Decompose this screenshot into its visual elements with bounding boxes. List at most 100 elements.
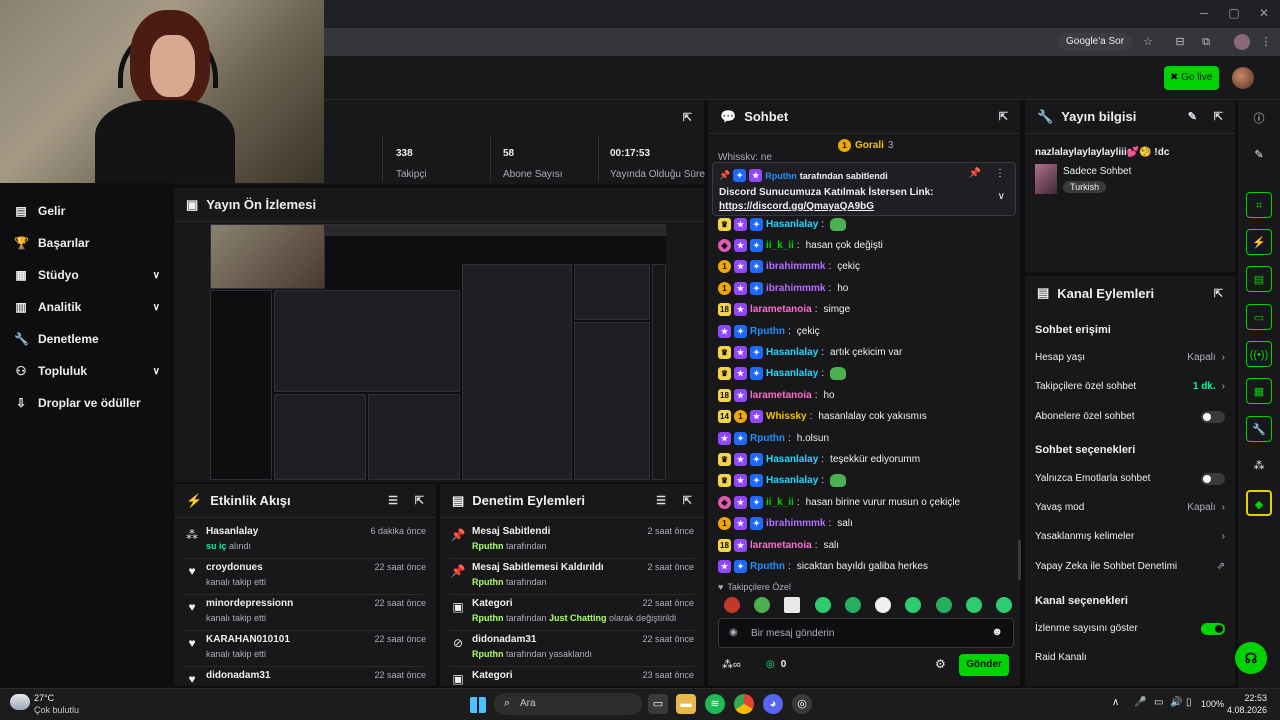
emote-icon[interactable]: [784, 597, 801, 613]
chat-username[interactable]: ibrahimmmk: [766, 261, 825, 272]
hype-chat-indicator[interactable]: 1 Gorali 3: [838, 139, 893, 152]
chat-bubble-icon[interactable]: ▭: [1246, 304, 1272, 330]
clip-icon[interactable]: ⌗: [1246, 192, 1272, 218]
extensions-icon[interactable]: ⧉: [1198, 34, 1214, 50]
sidebar-item-basarilar[interactable]: 🏆 Başarılar: [14, 233, 160, 253]
list-item[interactable]: ▣ Kategori 23 saat önce: [450, 668, 694, 686]
chat-username[interactable]: Whissky: [766, 411, 807, 422]
gear-icon[interactable]: ⚙: [935, 657, 946, 671]
volume-icon[interactable]: 🔊: [1170, 697, 1182, 708]
battery-percent[interactable]: 100%: [1201, 699, 1224, 709]
chat-username[interactable]: Hasanlalay: [766, 454, 818, 465]
chat-message[interactable]: 1 ★ ✦ ibrahimmmk: çekiç: [718, 258, 860, 276]
chat-username[interactable]: Rputhn: [750, 433, 785, 444]
go-live-button[interactable]: ✖ Go live: [1164, 66, 1219, 90]
taskbar-search[interactable]: ⌕ Ara: [494, 693, 642, 715]
channel-points-icon[interactable]: ⁂∞: [722, 658, 741, 671]
network-icon[interactable]: ▭: [1154, 697, 1163, 708]
emote-icon[interactable]: [965, 597, 982, 613]
chat-message[interactable]: ◆ ★ ✦ ii_k_ii: hasan çok değişti: [718, 236, 883, 254]
list-item[interactable]: ▣ Kategori Rputhn tarafından Just Chatting…: [450, 596, 694, 631]
kebab-icon[interactable]: ⋮: [995, 168, 1005, 179]
emote-icon[interactable]: [844, 597, 861, 613]
sidebar-item-denetleme[interactable]: 🔧 Denetleme: [14, 329, 160, 349]
file-explorer-icon[interactable]: ▬: [676, 694, 696, 714]
send-button[interactable]: Gönder: [959, 654, 1009, 676]
close-icon[interactable]: ✕: [1256, 6, 1272, 22]
filter-icon[interactable]: ☰: [388, 494, 398, 507]
chat-username[interactable]: Rputhn: [750, 326, 785, 337]
popout-icon[interactable]: ⇱: [1214, 287, 1223, 300]
list-item[interactable]: 📌 Mesaj Sabitlemesi Kaldırıldı Rputhn tara…: [450, 560, 694, 595]
popout-icon[interactable]: ⇱: [1214, 110, 1223, 123]
windows-start-icon[interactable]: [468, 695, 488, 715]
wrench-icon[interactable]: 🔧: [1246, 416, 1272, 442]
minimize-icon[interactable]: ─: [1196, 6, 1212, 22]
chat-username[interactable]: ibrahimmmk: [766, 283, 825, 294]
weather-icon[interactable]: [10, 694, 30, 710]
chat-scrollbar[interactable]: [1018, 540, 1021, 580]
list-item[interactable]: 📌 Mesaj Sabitlendi Rputhn tarafından 2 saat…: [450, 524, 694, 559]
chat-username[interactable]: Hasanlalay: [766, 475, 818, 486]
weather-temp[interactable]: 27°C: [34, 693, 54, 703]
emote-icon[interactable]: [875, 597, 892, 613]
filter-icon[interactable]: ☰: [656, 494, 666, 507]
maximize-icon[interactable]: ▢: [1226, 6, 1242, 22]
chat-message[interactable]: ★ ✦ Rputhn: h.olsun: [718, 429, 829, 447]
chrome-icon[interactable]: [734, 694, 754, 714]
pencil-icon[interactable]: ✎: [1188, 110, 1197, 123]
weather-desc[interactable]: Çok bulutlu: [34, 705, 79, 715]
setting-ai-moderation[interactable]: Yapay Zeka ile Sohbet Denetimi ⇗: [1035, 561, 1225, 572]
channel-points-icon[interactable]: ⁂: [1246, 453, 1272, 479]
avatar[interactable]: [1232, 67, 1254, 89]
bookmark-star-icon[interactable]: ☆: [1140, 34, 1156, 50]
menu-kebab-icon[interactable]: ⋮: [1258, 34, 1274, 50]
emote-icon[interactable]: [935, 597, 952, 613]
sidebar-item-topluluk[interactable]: ⚇ Topluluk ∨: [14, 361, 160, 381]
popout-icon[interactable]: ⇱: [683, 494, 692, 507]
list-item[interactable]: ⊘ didonadam31 Rputhn tarafından yasaklandı…: [450, 632, 694, 667]
list-item[interactable]: ⁂ Hasanlalay su iç alındı 6 dakika önce: [184, 524, 426, 559]
chat-message[interactable]: 18 ★ larametanoia: salı: [718, 536, 839, 554]
chat-message[interactable]: ♛ ★ ✦ Hasanlalay: artık çekicim var: [718, 343, 902, 361]
chat-message[interactable]: ♛ ★ ✦ Hasanlalay:: [718, 215, 847, 233]
chat-username[interactable]: larametanoia: [750, 540, 812, 551]
viewcount-toggle[interactable]: [1201, 622, 1225, 635]
emote-picker-icon[interactable]: ☻: [991, 626, 1003, 638]
info-icon[interactable]: ⓘ: [1246, 106, 1272, 132]
chat-username[interactable]: larametanoia: [750, 390, 812, 401]
sidebar-item-analitik[interactable]: ▥ Analitik ∨: [14, 297, 160, 317]
list-item[interactable]: ♥ didonadam31 22 saat önce: [184, 668, 426, 686]
setting-show-viewcount[interactable]: İzlenme sayısını göster: [1035, 622, 1225, 635]
chat-message[interactable]: ♛ ★ ✦ Hasanlalay:: [718, 472, 847, 490]
spotify-icon[interactable]: ≋: [705, 694, 725, 714]
broadcast-icon[interactable]: ((•)): [1246, 341, 1272, 367]
chat-message[interactable]: ◆ ★ ✦ ii_k_ii: hasan birine vurur musun o çe…: [718, 493, 960, 511]
chat-username[interactable]: Hasanlalay: [766, 368, 818, 379]
google-ask-chip[interactable]: Google'a Sor: [1058, 33, 1133, 51]
pencil-icon[interactable]: ✎: [1246, 142, 1272, 168]
chat-message[interactable]: 18 ★ larametanoia: ho: [718, 386, 835, 404]
chat-username[interactable]: ii_k_ii: [766, 240, 794, 251]
chat-username[interactable]: Rputhn: [750, 561, 785, 572]
microphone-icon[interactable]: 🎤: [1134, 697, 1146, 708]
discord-icon[interactable]: ◕: [763, 694, 783, 714]
chat-message[interactable]: ★ ✦ Rputhn: çekiç: [718, 322, 820, 340]
setting-blocked-terms[interactable]: Yasaklanmış kelimeler ›: [1035, 531, 1225, 542]
pinned-link[interactable]: https://discord.gg/QmayaQA9bG: [719, 201, 874, 212]
chat-message[interactable]: ♛ ★ ✦ Hasanlalay: teşekkür ediyorumm: [718, 450, 920, 468]
emote-icon[interactable]: [814, 597, 831, 613]
setting-account-age[interactable]: Hesap yaşı Kapalı ›: [1035, 352, 1225, 363]
bolt-icon[interactable]: ⚡: [1246, 229, 1272, 255]
sidebar-item-droplar[interactable]: ⇩ Droplar ve ödüller: [14, 393, 160, 413]
emote-icon[interactable]: [905, 597, 922, 613]
stream-tag[interactable]: Turkish: [1063, 181, 1107, 193]
chat-message[interactable]: ★ ✦ Rputhn: sicaktan bayıldı galiba herkes: [718, 557, 928, 575]
tray-chevron-up-icon[interactable]: ∧: [1112, 697, 1119, 708]
pinned-message[interactable]: 📌 ✦ ★ Rputhn tarafından sabitlendi 📌 ⋮ Disc…: [712, 162, 1016, 216]
subs-only-toggle[interactable]: [1201, 410, 1225, 423]
popout-icon[interactable]: ⇱: [683, 111, 692, 124]
setting-subs-only[interactable]: Abonelere özel sohbet: [1035, 410, 1225, 423]
points-balance[interactable]: ◎ 0: [766, 659, 786, 670]
popout-icon[interactable]: ⇱: [415, 494, 424, 507]
